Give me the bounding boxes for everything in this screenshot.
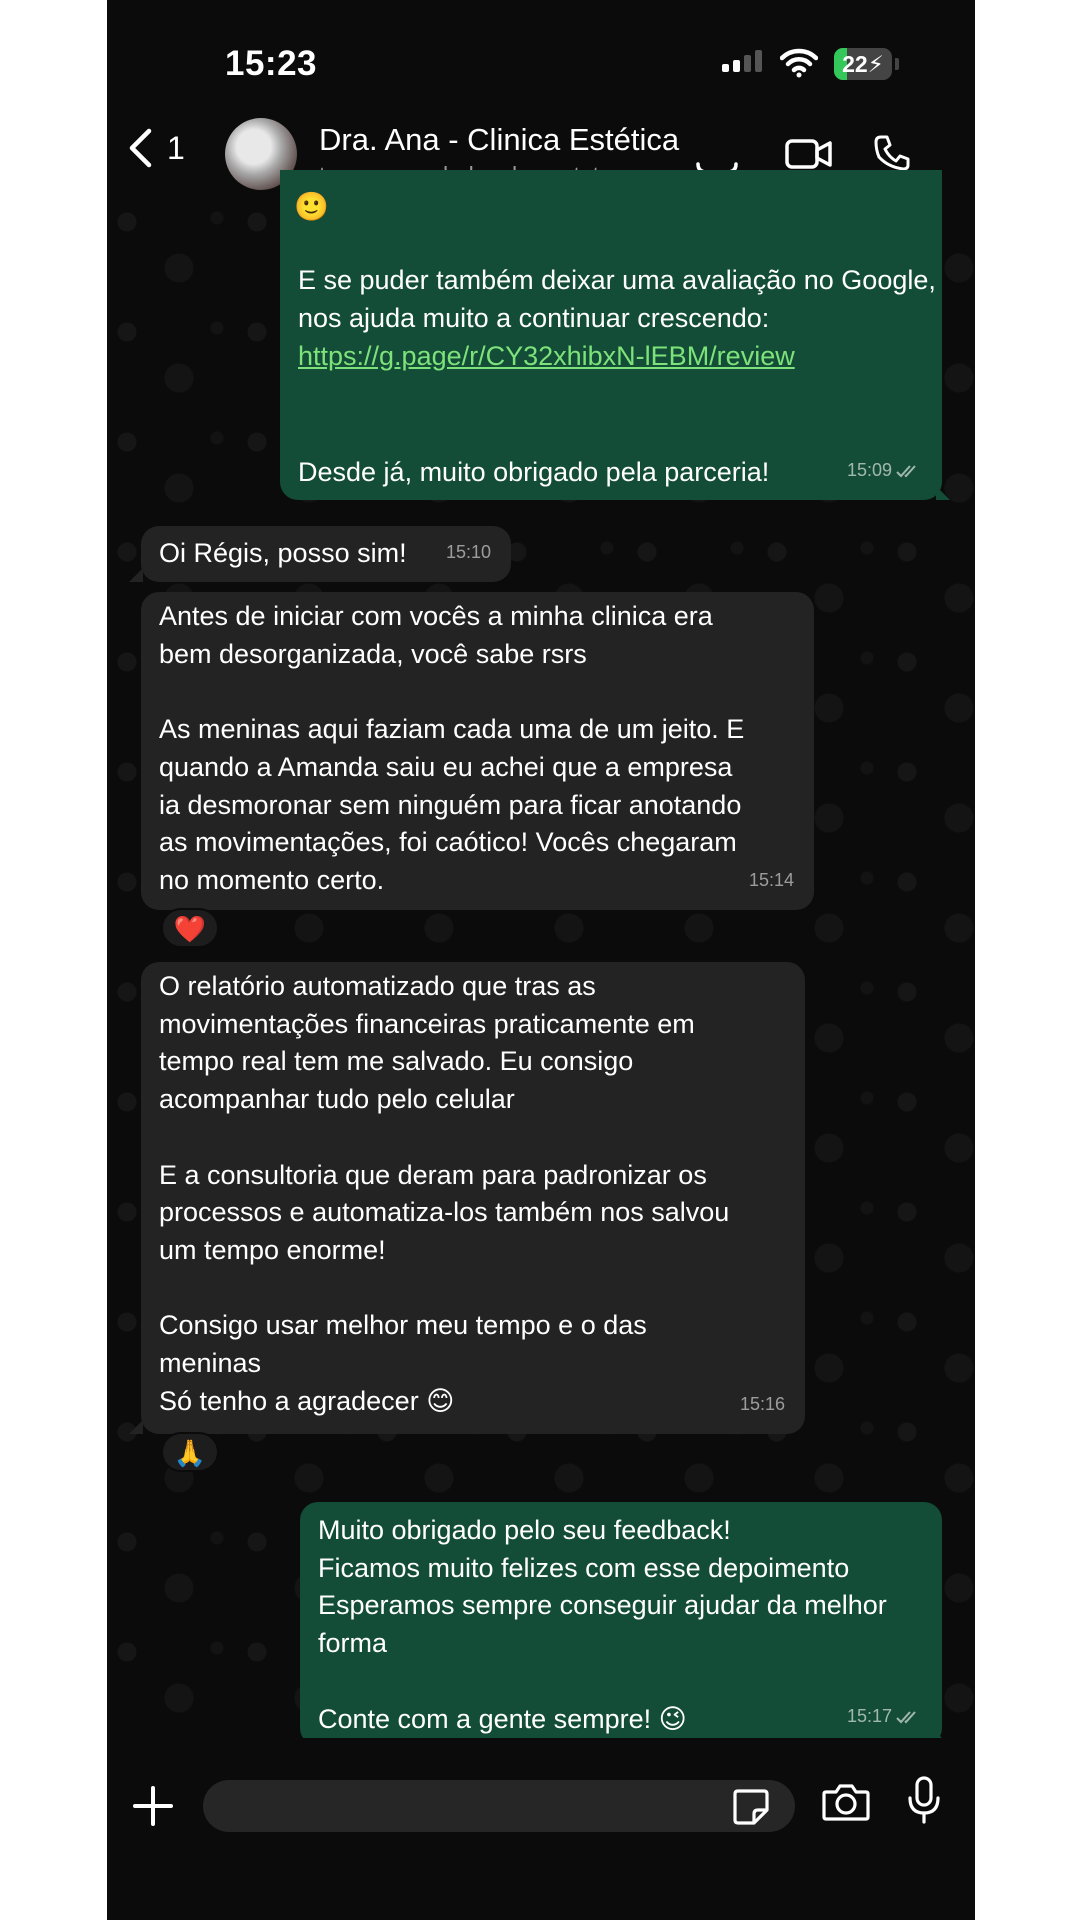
message-timestamp: 15:10 [445, 542, 491, 563]
sticker-icon[interactable] [732, 1788, 770, 1826]
status-bar: 15:23 22⚡ [107, 0, 975, 100]
message-input-bar [107, 1738, 975, 1920]
message-input[interactable] [203, 1780, 795, 1832]
message-timestamp: 15:14 [748, 870, 794, 891]
message-reaction[interactable]: ❤️ [161, 908, 219, 948]
microphone-icon[interactable] [907, 1776, 941, 1824]
message-timestamp: 15:09 [847, 452, 920, 490]
bubble-tail [129, 568, 143, 582]
double-check-icon [896, 1711, 916, 1724]
wifi-icon [780, 48, 818, 78]
message-text: Desde já, muito obrigado pela parceria! [298, 457, 770, 487]
plus-icon[interactable] [131, 1784, 175, 1828]
review-link[interactable]: https://g.page/r/CY32xhibxN-lEBM/review [298, 338, 795, 376]
bubble-tail [129, 1420, 143, 1434]
message-bubble-outgoing[interactable]: Muito obrigado pelo seu feedback! Ficamo… [300, 1502, 942, 1746]
message-bubble-incoming[interactable]: Antes de iniciar com vocês a minha clini… [141, 592, 814, 910]
status-time: 15:23 [225, 44, 318, 83]
message-bubble-incoming[interactable]: O relatório automatizado que tras as mov… [141, 962, 805, 1434]
message-bubble-outgoing[interactable]: 🙂 E se puder também deixar uma avaliação… [280, 170, 942, 500]
unread-count: 1 [167, 129, 185, 166]
message-text: O relatório automatizado que tras as mov… [159, 971, 730, 1416]
cellular-signal-icon [722, 50, 762, 72]
battery-level: 22⚡ [842, 51, 884, 77]
back-button[interactable]: 1 [127, 128, 185, 168]
camera-icon[interactable] [822, 1782, 870, 1822]
message-timestamp: 15:17 [847, 1698, 920, 1736]
message-text: Antes de iniciar com vocês a minha clini… [159, 601, 745, 895]
video-call-icon[interactable] [785, 138, 833, 170]
contact-name[interactable]: Dra. Ana - Clinica Estética [319, 122, 679, 158]
message-reaction[interactable]: 🙏 [161, 1432, 219, 1472]
message-text: Oi Régis, posso sim! [159, 538, 407, 568]
message-bubble-incoming[interactable]: Oi Régis, posso sim! 15:10 [141, 526, 511, 582]
double-check-icon [896, 465, 916, 478]
message-timestamp: 15:16 [739, 1394, 785, 1415]
emoji: 🙂 [294, 191, 329, 222]
phone-call-icon[interactable] [873, 134, 911, 172]
chevron-left-icon [129, 128, 152, 168]
message-text: E se puder também deixar uma avaliação n… [298, 265, 936, 333]
battery-cap [895, 58, 899, 70]
phone-screen: 15:23 22⚡ 1 Dra. Ana - Clinica Estética … [107, 0, 975, 1920]
battery-icon: 22⚡ [834, 48, 892, 80]
message-text: Muito obrigado pelo seu feedback! Ficamo… [318, 1515, 887, 1734]
bubble-tail [936, 486, 950, 500]
